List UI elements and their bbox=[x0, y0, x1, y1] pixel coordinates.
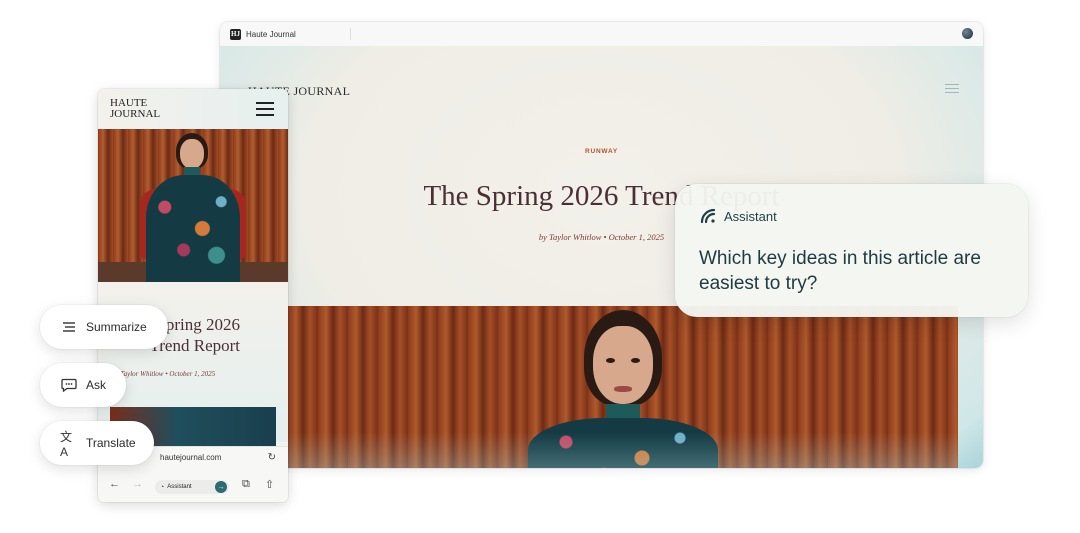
back-arrow-icon[interactable]: ← bbox=[109, 478, 120, 490]
reload-icon[interactable]: ↻ bbox=[268, 452, 276, 463]
mobile-hero-image bbox=[98, 129, 288, 282]
summarize-button[interactable]: Summarize bbox=[40, 305, 168, 349]
assistant-question: Which key ideas in this article are easi… bbox=[699, 248, 981, 294]
assistant-title: Assistant bbox=[724, 208, 777, 224]
summarize-label: Summarize bbox=[86, 320, 147, 334]
tab-divider bbox=[350, 28, 351, 40]
tabs-icon[interactable]: ⧉ bbox=[242, 478, 250, 491]
arrow-right-icon[interactable]: → bbox=[215, 481, 227, 493]
hamburger-menu-icon[interactable] bbox=[945, 84, 959, 94]
ask-button[interactable]: Ask bbox=[40, 363, 126, 407]
summarize-lines-icon bbox=[60, 321, 78, 333]
mobile-url[interactable]: hautejournal.com bbox=[160, 453, 221, 462]
site-favicon-icon: HJ bbox=[230, 28, 241, 40]
assistant-pill-label: Assistant bbox=[167, 484, 192, 490]
assistant-icon bbox=[700, 208, 716, 224]
assistant-icon: ◔ bbox=[160, 483, 165, 491]
chat-bubble-icon bbox=[60, 378, 78, 392]
mobile-toolbar: ← → ◔ Assistant → ⧉ ⇧ bbox=[98, 470, 288, 502]
browser-tab-bar: HJ Haute Journal bbox=[220, 22, 983, 46]
translate-label: Translate bbox=[86, 436, 136, 450]
assistant-panel[interactable]: Assistant Which key ideas in this articl… bbox=[675, 184, 1028, 317]
profile-avatar[interactable] bbox=[962, 28, 973, 39]
mobile-header: HAUTE JOURNAL bbox=[98, 89, 288, 129]
hero-image bbox=[288, 306, 958, 468]
forward-arrow-icon[interactable]: → bbox=[132, 478, 143, 490]
assistant-button[interactable]: ◔ Assistant → bbox=[155, 480, 229, 494]
mobile-site-logo[interactable]: HAUTE JOURNAL bbox=[110, 98, 160, 120]
article-category[interactable]: RUNWAY bbox=[220, 148, 983, 155]
translate-button[interactable]: 文A Translate bbox=[40, 421, 154, 465]
assistant-header: Assistant bbox=[699, 207, 777, 225]
share-icon[interactable]: ⇧ bbox=[265, 478, 274, 491]
hamburger-menu-icon[interactable] bbox=[256, 102, 274, 120]
mobile-article-byline: by Taylor Whitlow • October 1, 2025 bbox=[112, 370, 216, 378]
browser-tab-title[interactable]: Haute Journal bbox=[246, 30, 296, 39]
ask-label: Ask bbox=[86, 378, 107, 392]
translate-icon: 文A bbox=[60, 429, 73, 459]
